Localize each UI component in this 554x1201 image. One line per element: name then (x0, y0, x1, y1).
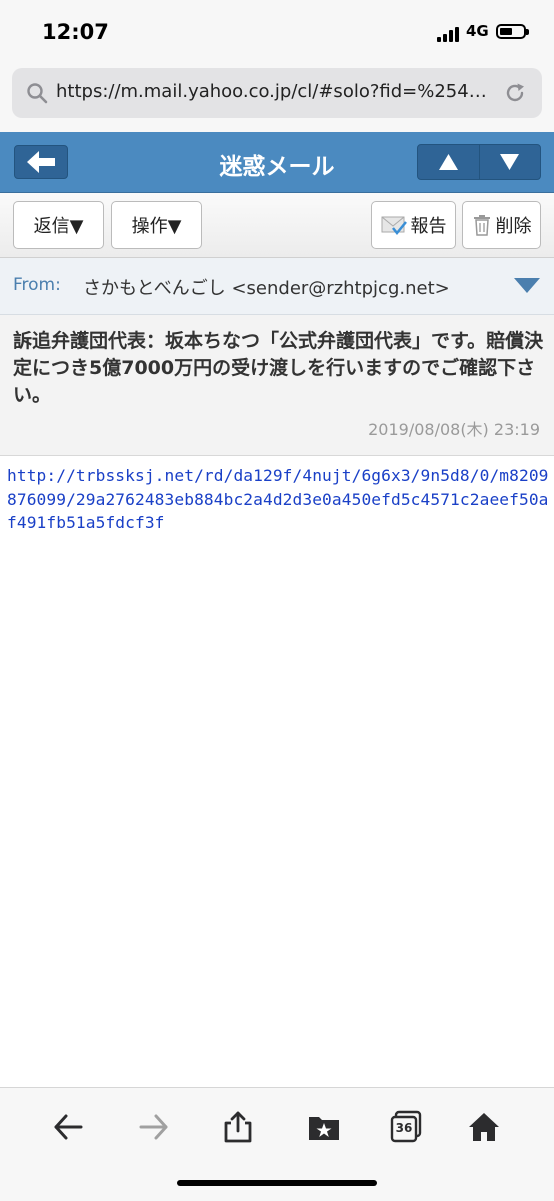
battery-icon (496, 24, 529, 39)
magnifier-icon (27, 83, 48, 104)
report-label: 報告 (410, 216, 447, 237)
reload-icon[interactable] (504, 82, 526, 104)
triangle-down-icon (500, 154, 519, 170)
delete-button[interactable]: 削除 (462, 201, 541, 249)
forward-arrow-icon[interactable] (137, 1110, 171, 1144)
network-type: 4G (466, 22, 489, 40)
home-icon[interactable] (467, 1110, 501, 1144)
sender-address: さかもとべんごし <sender@rzhtpjcg.net> (83, 278, 450, 299)
back-arrow-icon[interactable] (51, 1110, 85, 1144)
action-button[interactable]: 操作▼ (111, 201, 202, 249)
delete-label: 削除 (495, 216, 532, 237)
trash-icon (473, 215, 490, 236)
sender-row[interactable]: From: さかもとべんごし <sender@rzhtpjcg.net> (0, 258, 554, 315)
message-toolbar: 返信▼ 操作▼ 報告 削除 (0, 193, 554, 258)
envelope-check-icon (381, 216, 407, 235)
reply-button[interactable]: 返信▼ (13, 201, 104, 249)
triangle-up-icon (439, 154, 458, 170)
url-text[interactable]: https://m.mail.yahoo.co.jp/cl/#solo?fid=… (56, 81, 504, 102)
address-bar[interactable]: https://m.mail.yahoo.co.jp/cl/#solo?fid=… (12, 68, 542, 118)
bookmarks-icon[interactable] (307, 1110, 341, 1144)
subject-area: 訴追弁護団代表：坂本ちなつ「公式弁護団代表」です。賠償決定につき5億7000万円… (0, 315, 554, 456)
message-date: 2019/08/08(木) 23:19 (368, 420, 540, 439)
next-message-button[interactable] (479, 145, 540, 179)
from-label: From: (13, 275, 61, 295)
reply-label: 返信▼ (33, 216, 84, 237)
report-button[interactable]: 報告 (371, 201, 456, 249)
share-icon[interactable] (221, 1110, 255, 1144)
message-body-link[interactable]: http://trbssksj.net/rd/da129f/4nujt/6g6x… (7, 464, 549, 535)
status-time: 12:07 (42, 20, 109, 44)
previous-message-button[interactable] (418, 145, 480, 179)
status-bar: 12:07 4G (0, 0, 554, 62)
action-label: 操作▼ (131, 216, 182, 237)
tabs-icon[interactable]: 36 (390, 1110, 424, 1144)
signal-icon (437, 26, 463, 42)
tabs-count: 36 (395, 1121, 413, 1135)
expand-details-icon[interactable] (514, 278, 540, 294)
browser-address-area: https://m.mail.yahoo.co.jp/cl/#solo?fid=… (0, 62, 554, 132)
message-subject: 訴追弁護団代表：坂本ちなつ「公式弁護団代表」です。賠償決定につき5億7000万円… (13, 330, 544, 406)
message-nav (417, 144, 541, 180)
home-indicator (177, 1180, 377, 1186)
mail-header: 迷惑メール (0, 132, 554, 193)
